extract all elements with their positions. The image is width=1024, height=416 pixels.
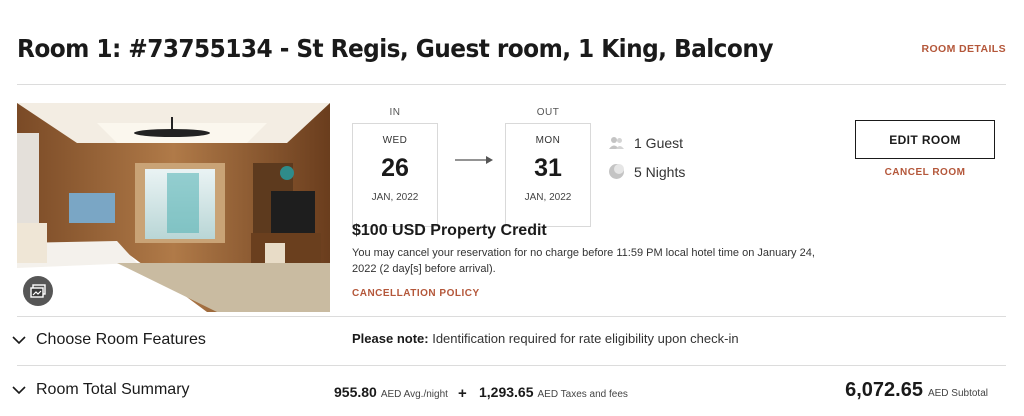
arrow-right-icon: [455, 156, 493, 164]
nights-info: 5 Nights: [608, 163, 685, 180]
property-credit: $100 USD Property Credit: [352, 222, 547, 239]
check-out-day: 31: [534, 154, 562, 182]
avg-nightly-rate: 955.80 AED Avg./night: [334, 384, 448, 400]
header-divider: [17, 84, 1006, 85]
room-photo-image: [17, 103, 330, 312]
check-out-day-of-week: MON: [535, 135, 561, 146]
check-out-date-box[interactable]: MON 31 JAN, 2022: [505, 123, 591, 227]
identification-note: Please note: Identification required for…: [352, 331, 739, 346]
taxes-unit: AED Taxes and fees: [537, 389, 628, 400]
check-in-month-year: JAN, 2022: [371, 192, 419, 203]
check-out-label: OUT: [536, 107, 560, 118]
room-total-summary-label: Room Total Summary: [36, 381, 190, 398]
subtotal: 6,072.65 AED Subtotal: [845, 379, 988, 402]
check-in-date-box[interactable]: WED 26 JAN, 2022: [352, 123, 438, 227]
choose-room-features-label: Choose Room Features: [36, 331, 206, 348]
check-out-month-year: JAN, 2022: [524, 192, 572, 203]
room-title: Room 1: #73755134 - St Regis, Guest room…: [17, 34, 773, 63]
guests-icon: [609, 137, 624, 149]
moon-icon: [609, 164, 624, 179]
subtotal-value: 6,072.65: [845, 379, 923, 401]
guests-info: 1 Guest: [608, 134, 683, 151]
edit-room-button[interactable]: EDIT ROOM: [855, 120, 995, 159]
note-label: Please note:: [352, 331, 429, 346]
choose-room-features-toggle[interactable]: Choose Room Features: [12, 331, 206, 349]
cancellation-policy-link[interactable]: CANCELLATION POLICY: [352, 288, 480, 299]
nights-count: 5 Nights: [634, 163, 686, 180]
note-text: Identification required for rate eligibi…: [428, 331, 739, 346]
taxes-value: 1,293.65: [479, 384, 534, 400]
gallery-button[interactable]: [23, 276, 53, 306]
chevron-down-icon: [12, 335, 26, 344]
summary-divider: [17, 365, 1006, 366]
plus-sign: +: [458, 385, 467, 402]
chevron-down-icon: [12, 385, 26, 394]
cancellation-text: You may cancel your reservation for no c…: [352, 247, 815, 275]
room-photo[interactable]: [17, 103, 330, 312]
room-total-summary-toggle[interactable]: Room Total Summary: [12, 381, 190, 399]
subtotal-unit: AED Subtotal: [927, 388, 988, 399]
cancel-room-link[interactable]: CANCEL ROOM: [855, 167, 995, 178]
room-details-link[interactable]: ROOM DETAILS: [921, 43, 1006, 55]
check-in-day: 26: [381, 154, 409, 182]
check-in-day-of-week: WED: [382, 135, 408, 146]
taxes-and-fees: 1,293.65 AED Taxes and fees: [479, 384, 628, 400]
avg-nightly-value: 955.80: [334, 384, 377, 400]
avg-nightly-unit: AED Avg./night: [380, 389, 448, 400]
check-in-label: IN: [389, 107, 401, 118]
gallery-icon: [30, 284, 46, 298]
features-divider: [17, 316, 1006, 317]
guests-count: 1 Guest: [634, 134, 684, 151]
